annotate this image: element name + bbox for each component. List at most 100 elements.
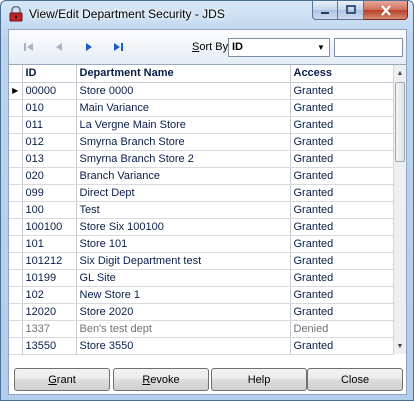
scroll-down-button[interactable]: ▼ [394, 338, 406, 354]
cell-access: Granted [290, 286, 394, 304]
grant-accelerator: G [48, 373, 57, 386]
cell-id: 13550 [22, 337, 77, 355]
last-record-icon [114, 43, 123, 51]
sort-by-select[interactable]: ID ▼ [228, 38, 330, 57]
cell-id: 101 [22, 235, 77, 253]
table-row[interactable]: ▶ 00000 Store 0000 Granted [9, 82, 394, 100]
department-table: ID Department Name Access ▶ 00000 Store 00… [9, 65, 394, 355]
revoke-button[interactable]: Revoke [113, 368, 209, 391]
cell-access: Denied [290, 320, 394, 338]
grant-button[interactable]: Grant [14, 368, 110, 391]
cell-department-name: Store 3550 [76, 337, 291, 355]
scroll-up-button[interactable]: ▲ [394, 65, 406, 81]
first-record-button[interactable] [19, 38, 39, 56]
cell-access: Granted [290, 218, 394, 236]
row-indicator [9, 201, 23, 219]
table-row[interactable]: 101212 Six Digit Department test Granted [9, 252, 394, 270]
record-toolbar: Sort By ID ▼ [9, 30, 406, 64]
cell-access: Granted [290, 82, 394, 100]
cell-id: 099 [22, 184, 77, 202]
table-row[interactable]: 101 Store 101 Granted [9, 235, 394, 253]
revoke-label: evoke [150, 373, 180, 386]
close-button[interactable]: Close [307, 368, 403, 391]
revoke-accelerator: R [142, 373, 151, 386]
grant-label: rant [56, 373, 76, 386]
cell-access: Granted [290, 235, 394, 253]
dropdown-arrow-icon: ▼ [317, 43, 325, 52]
cell-department-name: Smyrna Branch Store 2 [76, 150, 291, 168]
table-row[interactable]: 1337 Ben's test dept Denied [9, 320, 394, 338]
title-bar[interactable]: View/Edit Department Security - JDS [1, 1, 413, 28]
column-header-id[interactable]: ID [22, 65, 77, 83]
cell-access: Granted [290, 269, 394, 287]
scroll-down-icon: ▼ [396, 342, 404, 350]
table-row[interactable]: 102 New Store 1 Granted [9, 286, 394, 304]
current-row-pointer-icon: ▶ [12, 86, 19, 95]
app-lock-icon [8, 5, 24, 22]
row-indicator [9, 252, 23, 270]
minimize-button[interactable] [312, 1, 338, 20]
department-grid[interactable]: ID Department Name Access ▶ 00000 Store 00… [9, 64, 406, 355]
cell-access: Granted [290, 167, 394, 185]
next-record-button[interactable] [79, 38, 99, 56]
dialog-body: Sort By ID ▼ ID Department Name Access ▶… [8, 29, 407, 395]
maximize-button[interactable] [338, 1, 364, 20]
table-row[interactable]: 010 Main Variance Granted [9, 99, 394, 117]
cell-department-name: New Store 1 [76, 286, 291, 304]
cell-id: 100 [22, 201, 77, 219]
first-record-icon [24, 43, 33, 51]
table-row[interactable]: 100 Test Granted [9, 201, 394, 219]
cell-access: Granted [290, 201, 394, 219]
window-title: View/Edit Department Security - JDS [29, 7, 225, 21]
previous-record-button[interactable] [49, 38, 69, 56]
sort-by-value: ID [232, 41, 243, 53]
row-indicator-header [9, 65, 23, 83]
table-row[interactable]: 10199 GL Site Granted [9, 269, 394, 287]
cell-department-name: Direct Dept [76, 184, 291, 202]
header-row: ID Department Name Access [9, 65, 394, 83]
row-indicator [9, 99, 23, 117]
cell-id: 100100 [22, 218, 77, 236]
cell-id: 011 [22, 116, 77, 134]
maximize-icon [345, 5, 356, 14]
column-header-department-name[interactable]: Department Name [76, 65, 291, 83]
cell-department-name: GL Site [76, 269, 291, 287]
cell-access: Granted [290, 184, 394, 202]
table-row[interactable]: 013 Smyrna Branch Store 2 Granted [9, 150, 394, 168]
vertical-scrollbar[interactable]: ▲ ▼ [393, 65, 406, 354]
cell-department-name: Ben's test dept [76, 320, 291, 338]
help-button[interactable]: Help [211, 368, 307, 391]
row-indicator [9, 286, 23, 304]
search-input[interactable] [334, 38, 403, 57]
table-row[interactable]: 100100 Store Six 100100 Granted [9, 218, 394, 236]
row-indicator [9, 320, 23, 338]
table-row[interactable]: 12020 Store 2020 Granted [9, 303, 394, 321]
close-icon [380, 4, 391, 16]
cell-department-name: Branch Variance [76, 167, 291, 185]
cell-access: Granted [290, 150, 394, 168]
table-row[interactable]: 13550 Store 3550 Granted [9, 337, 394, 355]
sort-by-label: Sort By [192, 41, 228, 53]
cell-access: Granted [290, 337, 394, 355]
table-row[interactable]: 011 La Vergne Main Store Granted [9, 116, 394, 134]
cell-id: 12020 [22, 303, 77, 321]
row-indicator: ▶ [9, 82, 23, 100]
cell-department-name: Six Digit Department test [76, 252, 291, 270]
scrollbar-thumb[interactable] [395, 82, 405, 162]
window-close-button[interactable] [364, 1, 408, 20]
table-row[interactable]: 099 Direct Dept Granted [9, 184, 394, 202]
table-row[interactable]: 020 Branch Variance Granted [9, 167, 394, 185]
column-header-access[interactable]: Access [290, 65, 394, 83]
cell-access: Granted [290, 252, 394, 270]
cell-id: 102 [22, 286, 77, 304]
scroll-up-icon: ▲ [396, 69, 404, 77]
cell-id: 00000 [22, 82, 77, 100]
minimize-icon [321, 12, 329, 14]
row-indicator [9, 303, 23, 321]
next-record-icon [86, 43, 92, 51]
sort-by-label-text: ort By [199, 41, 229, 53]
row-indicator [9, 269, 23, 287]
previous-record-icon [56, 43, 62, 51]
last-record-button[interactable] [108, 38, 128, 56]
table-row[interactable]: 012 Smyrna Branch Store Granted [9, 133, 394, 151]
